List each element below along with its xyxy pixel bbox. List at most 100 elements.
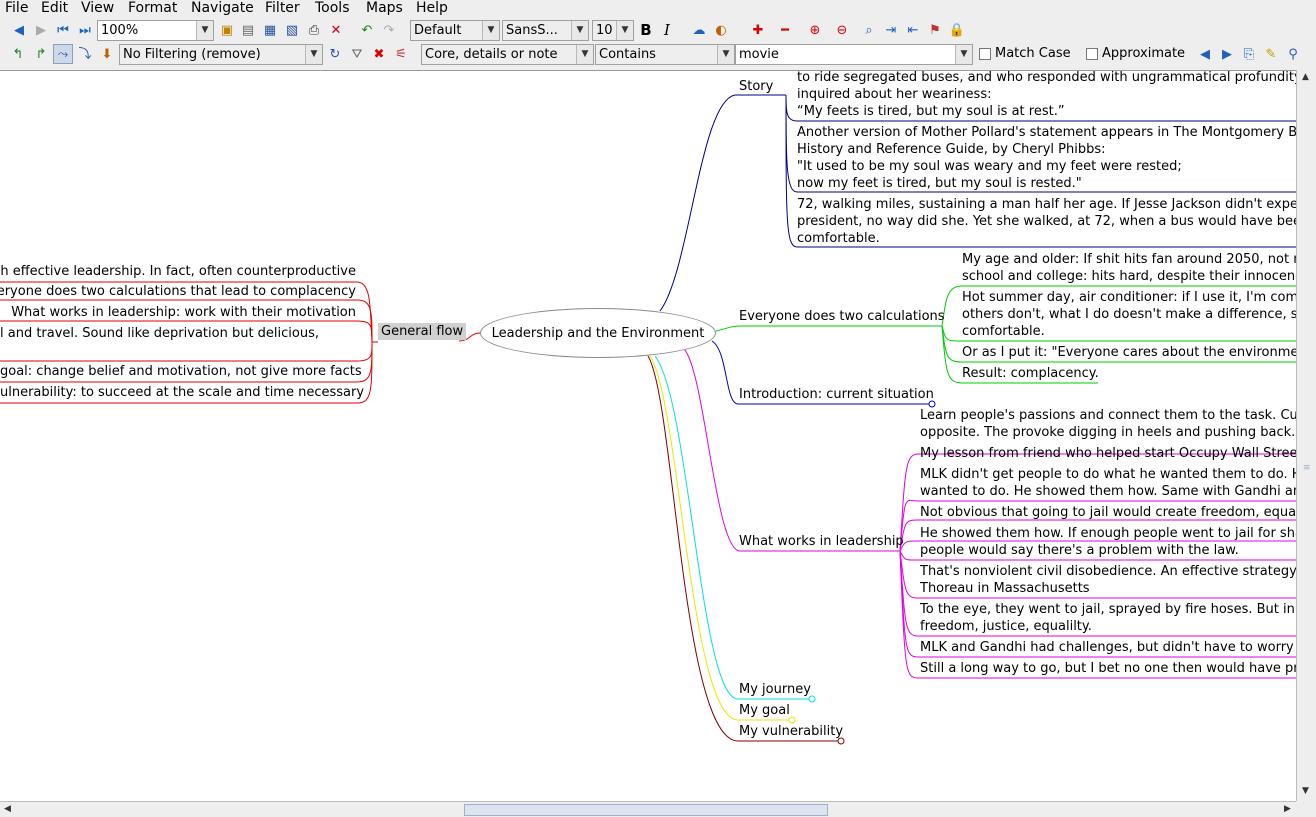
calculations-node[interactable]: Everyone does two calculations: [739, 308, 945, 325]
calculations-item[interactable]: Hot summer day, air conditioner: if I us…: [962, 289, 1296, 340]
introduction-node[interactable]: Introduction: current situation: [739, 386, 934, 403]
leadership-item[interactable]: To the eye, they went to jail, sprayed b…: [920, 601, 1296, 635]
approximate-checkbox[interactable]: [1086, 48, 1098, 60]
match-mode-select[interactable]: Contains ▼: [595, 44, 735, 65]
general-flow-item[interactable]: veryone does two calculations that lead …: [0, 283, 356, 300]
story-item[interactable]: 72, walking miles, sustaining a man half…: [797, 196, 1296, 247]
bold-button[interactable]: B: [636, 20, 656, 40]
save-icon[interactable]: ▦: [260, 20, 280, 40]
goal-node[interactable]: My goal: [739, 702, 790, 719]
general-flow-item[interactable]: l and travel. Sound like deprivation but…: [0, 325, 319, 342]
colors-icon[interactable]: ◐: [711, 20, 731, 40]
scroll-down-icon[interactable]: ▼: [1302, 786, 1309, 796]
story-item[interactable]: to ride segregated buses, and who respon…: [797, 71, 1296, 120]
menu-file[interactable]: File: [5, 0, 28, 16]
general-flow-item[interactable]: What works in leadership: work with thei…: [11, 304, 356, 321]
lock-icon[interactable]: 🔒: [947, 20, 967, 40]
leadership-item[interactable]: Learn people's passions and connect them…: [920, 407, 1296, 441]
new-map-icon[interactable]: ▣: [217, 20, 237, 40]
print-icon[interactable]: ⎙: [304, 20, 324, 40]
general-flow-item[interactable]: uch effective leadership. In fact, often…: [0, 263, 356, 280]
general-flow-item[interactable]: ulnerability: to succeed at the scale an…: [0, 384, 364, 401]
leadership-node[interactable]: What works in leadership: [739, 533, 904, 550]
match-case-checkbox[interactable]: [979, 48, 991, 60]
calculations-item[interactable]: Result: complacency.: [962, 365, 1099, 382]
italic-button[interactable]: I: [657, 20, 677, 40]
leadership-item[interactable]: Still a long way to go, but I bet no one…: [920, 660, 1296, 677]
menu-edit[interactable]: Edit: [41, 0, 68, 16]
zoom-out-icon[interactable]: ⊖: [832, 20, 852, 40]
general-flow-node[interactable]: General flow: [378, 323, 467, 340]
calculations-item[interactable]: My age and older: If shit hits fan aroun…: [962, 251, 1296, 285]
font-select[interactable]: SansS... ▼: [502, 20, 589, 41]
menu-navigate[interactable]: Navigate: [191, 0, 254, 16]
filter-up-icon[interactable]: ↰: [8, 44, 28, 64]
menu-help[interactable]: Help: [416, 0, 448, 16]
search-input[interactable]: movie ▼: [735, 44, 973, 65]
show-descendants-icon[interactable]: ⤵: [75, 44, 95, 64]
filter-down-icon[interactable]: ↱: [31, 44, 51, 64]
hyperlink-icon[interactable]: ⚑: [925, 20, 945, 40]
filter-settings-icon[interactable]: ⛛: [347, 44, 367, 64]
menu-format[interactable]: Format: [128, 0, 177, 16]
previous-map-icon[interactable]: ⏮: [53, 20, 73, 40]
open-icon[interactable]: ▤: [238, 20, 258, 40]
apply-filter-icon[interactable]: ⬇: [97, 44, 117, 64]
undo-icon[interactable]: ↶: [357, 20, 377, 40]
font-size-select[interactable]: 10 ▼: [592, 20, 634, 41]
horizontal-scrollbar[interactable]: ◀ ▶: [0, 801, 1296, 817]
filter-edit-icon[interactable]: ⚟: [391, 44, 411, 64]
highlight-icon[interactable]: ✎: [1261, 44, 1281, 64]
leadership-item[interactable]: That's nonviolent civil disobedience. An…: [920, 563, 1296, 597]
story-item[interactable]: Another version of Mother Pollard's stat…: [797, 124, 1296, 192]
chevron-down-icon: ▼: [196, 21, 213, 40]
find-previous-icon[interactable]: ◀: [1195, 44, 1215, 64]
story-node[interactable]: Story: [739, 78, 773, 95]
remove-filter-icon[interactable]: ✖: [369, 44, 389, 64]
leadership-item[interactable]: He showed them how. If enough people wen…: [920, 525, 1296, 559]
find-next-icon[interactable]: ▶: [1217, 44, 1237, 64]
zoom-select[interactable]: 100% ▼: [97, 20, 214, 41]
scroll-right-icon[interactable]: ▶: [1284, 804, 1291, 814]
vulnerability-node[interactable]: My vulnerability: [739, 723, 843, 740]
calculations-item[interactable]: Or as I put it: "Everyone cares about th…: [962, 344, 1296, 361]
goto-back-icon[interactable]: ⇤: [903, 20, 923, 40]
leadership-item[interactable]: My lesson from friend who helped start O…: [920, 445, 1296, 462]
add-node-icon[interactable]: ✚: [748, 20, 768, 40]
style-select[interactable]: Default ▼: [410, 20, 500, 41]
filter-select[interactable]: No Filtering (remove) ▼: [119, 44, 323, 65]
filter-scope-select[interactable]: Core, details or note ▼: [421, 44, 594, 65]
root-node[interactable]: Leadership and the Environment: [480, 308, 716, 358]
scroll-grip-icon[interactable]: ≡: [1303, 463, 1311, 473]
match-case-label: Match Case: [995, 46, 1071, 61]
remove-node-icon[interactable]: ━: [775, 20, 795, 40]
general-flow-item[interactable]: goal: change belief and motivation, not …: [0, 363, 362, 380]
leadership-item[interactable]: MLK didn't get people to do what he want…: [920, 466, 1296, 500]
horizontal-scroll-thumb[interactable]: [464, 804, 828, 816]
leadership-item[interactable]: MLK and Gandhi had challenges, but didn'…: [920, 639, 1296, 656]
menu-tools[interactable]: Tools: [315, 0, 350, 16]
next-map-icon[interactable]: ⏭: [75, 20, 95, 40]
goto-icon[interactable]: ⇥: [881, 20, 901, 40]
save-as-icon[interactable]: ▧: [282, 20, 302, 40]
back-icon[interactable]: ◀: [9, 20, 29, 40]
find-all-icon[interactable]: ⚲: [1283, 44, 1303, 64]
journey-node[interactable]: My journey: [739, 681, 811, 698]
cloud-icon[interactable]: ☁: [689, 20, 709, 40]
show-ancestors-icon[interactable]: ⤳: [53, 44, 73, 64]
scroll-up-icon[interactable]: ▲: [1302, 72, 1309, 82]
fit-icon[interactable]: ⌕: [859, 20, 879, 40]
mind-map-canvas[interactable]: Leadership and the Environment General f…: [0, 70, 1296, 801]
zoom-in-icon[interactable]: ⊕: [805, 20, 825, 40]
select-found-icon[interactable]: ⎘: [1239, 44, 1259, 64]
menu-filter[interactable]: Filter: [265, 0, 300, 16]
leadership-item[interactable]: Not obvious that going to jail would cre…: [920, 504, 1296, 521]
menu-view[interactable]: View: [81, 0, 114, 16]
menu-maps[interactable]: Maps: [366, 0, 403, 16]
vertical-scrollbar[interactable]: ▲ ≡ ▼: [1296, 70, 1316, 801]
forward-icon[interactable]: ▶: [31, 20, 51, 40]
redo-icon[interactable]: ↷: [379, 20, 399, 40]
close-map-icon[interactable]: ✕: [326, 20, 346, 40]
refresh-filter-icon[interactable]: ↻: [325, 44, 345, 64]
scroll-left-icon[interactable]: ◀: [4, 804, 11, 814]
